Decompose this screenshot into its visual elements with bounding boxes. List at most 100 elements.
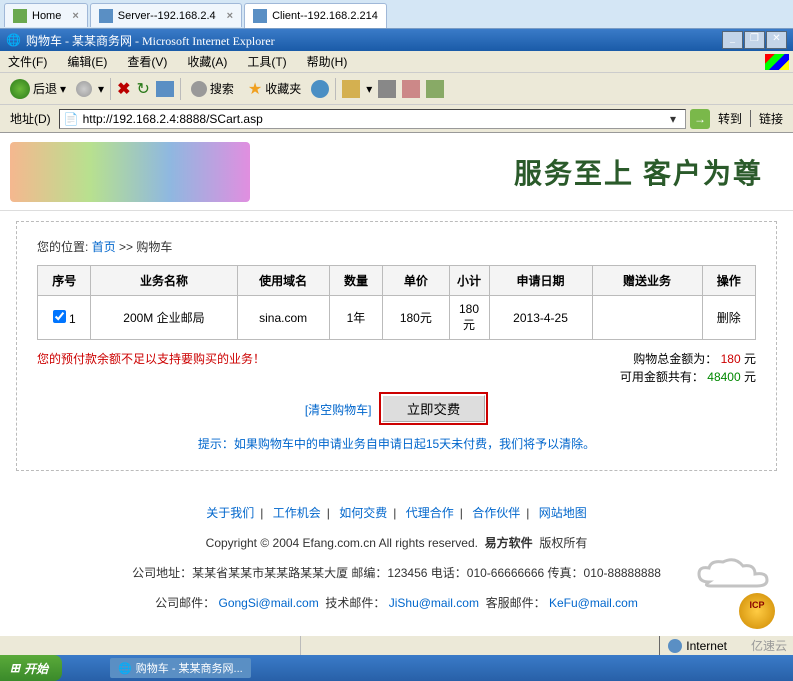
footer-jobs[interactable]: 工作机会 bbox=[267, 506, 327, 520]
footer-pay[interactable]: 如何交费 bbox=[333, 506, 393, 520]
toolbar: 后退 ▾ ▾ ✖ ↻ 搜索 ★ 收藏夹 ▾ bbox=[0, 73, 793, 105]
minimize-button[interactable]: _ bbox=[722, 31, 743, 49]
menu-file[interactable]: 文件(F) bbox=[4, 51, 51, 72]
copyright-brand: 易方软件 bbox=[485, 536, 533, 550]
total-label: 购物总金额为： bbox=[633, 352, 717, 366]
chevron-down-icon: ▾ bbox=[366, 82, 372, 96]
breadcrumb-sep: >> bbox=[119, 240, 133, 254]
copyright-tail: 版权所有 bbox=[539, 536, 587, 550]
copyright: Copyright © 2004 Efang.com.cn All rights… bbox=[0, 531, 793, 555]
tip-text: 提示：如果购物车中的申请业务自申请日起15天未付费，我们将予以清除。 bbox=[37, 435, 756, 452]
windows-flag-icon bbox=[765, 54, 789, 70]
tab-server[interactable]: Server--192.168.2.4 × bbox=[90, 3, 242, 27]
taskbar-item[interactable]: 🌐 购物车 - 某某商务网... bbox=[110, 658, 251, 678]
edit-button[interactable] bbox=[402, 80, 420, 98]
table-row: 1 200M 企业邮局 sina.com 1年 180元 180元 2013-4… bbox=[38, 296, 756, 340]
history-button[interactable] bbox=[311, 80, 329, 98]
banner-image bbox=[10, 142, 250, 202]
chevron-down-icon: ▾ bbox=[98, 82, 104, 96]
tech-email[interactable]: JiShu@mail.com bbox=[389, 596, 479, 610]
breadcrumb-current: 购物车 bbox=[136, 240, 172, 254]
home-button[interactable] bbox=[156, 81, 174, 97]
footer-sitemap[interactable]: 网站地图 bbox=[533, 506, 593, 520]
tab-home[interactable]: Home × bbox=[4, 3, 88, 27]
separator bbox=[335, 78, 336, 100]
search-button[interactable]: 搜索 bbox=[187, 78, 238, 99]
windows-icon: ⊞ bbox=[10, 661, 20, 675]
footer-links: 关于我们| 工作机会| 如何交费| 代理合作| 合作伙伴| 网站地图 bbox=[0, 501, 793, 525]
page-content: 服务至上 客户为尊 您的位置: 首页 >> 购物车 序号 业务名称 使用域名 数… bbox=[0, 133, 793, 635]
taskbar: ⊞ 开始 🌐 购物车 - 某某商务网... bbox=[0, 655, 793, 681]
status-bar: Internet 亿速云 bbox=[0, 635, 793, 655]
email-label-1: 公司邮件： bbox=[155, 596, 215, 610]
client-icon bbox=[253, 9, 267, 23]
footer-partner[interactable]: 合作伙伴 bbox=[466, 506, 526, 520]
footer-agent[interactable]: 代理合作 bbox=[400, 506, 460, 520]
email-label-3: 客服邮件： bbox=[486, 596, 546, 610]
mail-button[interactable] bbox=[342, 80, 360, 98]
watermark-text: 亿速云 bbox=[751, 637, 787, 654]
table-header-row: 序号 业务名称 使用域名 数量 单价 小计 申请日期 赠送业务 操作 bbox=[38, 266, 756, 296]
back-button[interactable]: 后退 ▾ bbox=[6, 77, 70, 101]
address-bar: 地址(D) 📄 http://192.168.2.4:8888/SCart.as… bbox=[0, 105, 793, 133]
totals: 购物总金额为： 180 元 可用金额共有： 48400 元 bbox=[620, 350, 756, 386]
footer: 关于我们| 工作机会| 如何交费| 代理合作| 合作伙伴| 网站地图 Copyr… bbox=[0, 481, 793, 635]
internet-icon bbox=[668, 639, 682, 653]
avail-label: 可用金额共有： bbox=[620, 370, 704, 384]
dropdown-icon[interactable]: ▾ bbox=[665, 112, 681, 126]
company-emails: 公司邮件： GongSi@mail.com 技术邮件： JiShu@mail.c… bbox=[0, 591, 793, 615]
cart-table: 序号 业务名称 使用域名 数量 单价 小计 申请日期 赠送业务 操作 1 200… bbox=[37, 265, 756, 340]
tab-client[interactable]: Client--192.168.2.214 bbox=[244, 3, 387, 28]
cell-qty: 1年 bbox=[329, 296, 382, 340]
company-email[interactable]: GongSi@mail.com bbox=[218, 596, 318, 610]
menu-view[interactable]: 查看(V) bbox=[123, 51, 171, 72]
pay-button[interactable]: 立即交费 bbox=[382, 395, 485, 422]
cell-domain: sina.com bbox=[237, 296, 329, 340]
footer-about[interactable]: 关于我们 bbox=[200, 506, 260, 520]
stop-button[interactable]: ✖ bbox=[117, 79, 130, 99]
breadcrumb-home[interactable]: 首页 bbox=[92, 240, 116, 254]
separator bbox=[110, 78, 111, 100]
tab-label: Client--192.168.2.214 bbox=[272, 10, 378, 22]
col-name: 业务名称 bbox=[91, 266, 237, 296]
col-action: 操作 bbox=[702, 266, 755, 296]
row-checkbox[interactable] bbox=[53, 310, 66, 323]
close-icon[interactable]: × bbox=[72, 10, 78, 22]
menu-tools[interactable]: 工具(T) bbox=[243, 51, 290, 72]
breadcrumb-label: 您的位置: bbox=[37, 240, 88, 254]
separator bbox=[180, 78, 181, 100]
forward-button[interactable] bbox=[76, 81, 92, 97]
start-label: 开始 bbox=[24, 660, 48, 677]
menubar: 文件(F) 编辑(E) 查看(V) 收藏(A) 工具(T) 帮助(H) bbox=[0, 51, 793, 73]
total-value: 180 bbox=[721, 352, 741, 366]
menu-favorites[interactable]: 收藏(A) bbox=[183, 51, 231, 72]
close-button[interactable]: ✕ bbox=[766, 31, 787, 49]
menu-help[interactable]: 帮助(H) bbox=[303, 51, 352, 72]
start-button[interactable]: ⊞ 开始 bbox=[0, 655, 62, 681]
col-bonus: 赠送业务 bbox=[592, 266, 702, 296]
window-title: 购物车 - 某某商务网 - Microsoft Internet Explore… bbox=[26, 32, 275, 49]
maximize-button[interactable]: ❐ bbox=[744, 31, 765, 49]
close-icon[interactable]: × bbox=[227, 10, 233, 22]
clear-cart-link[interactable]: [清空购物车] bbox=[305, 403, 372, 417]
menu-edit[interactable]: 编辑(E) bbox=[63, 51, 111, 72]
print-button[interactable] bbox=[378, 80, 396, 98]
address-input[interactable]: 📄 http://192.168.2.4:8888/SCart.asp ▾ bbox=[59, 109, 686, 129]
avail-unit: 元 bbox=[744, 370, 756, 384]
col-qty: 数量 bbox=[329, 266, 382, 296]
page-icon: 📄 bbox=[64, 112, 79, 126]
watermark-cloud-icon bbox=[689, 556, 779, 593]
links-label[interactable]: 链接 bbox=[750, 110, 787, 127]
banner: 服务至上 客户为尊 bbox=[0, 133, 793, 211]
tab-label: Home bbox=[32, 10, 61, 22]
go-button[interactable]: → bbox=[690, 109, 710, 129]
favorites-button[interactable]: ★ 收藏夹 bbox=[244, 77, 305, 101]
service-email[interactable]: KeFu@mail.com bbox=[549, 596, 638, 610]
delete-link[interactable]: 删除 bbox=[717, 311, 741, 325]
discuss-button[interactable] bbox=[426, 80, 444, 98]
refresh-button[interactable]: ↻ bbox=[136, 79, 149, 99]
window-titlebar: 🌐 购物车 - 某某商务网 - Microsoft Internet Explo… bbox=[0, 29, 793, 51]
home-icon bbox=[13, 9, 27, 23]
url-text: http://192.168.2.4:8888/SCart.asp bbox=[83, 112, 661, 126]
main-panel: 您的位置: 首页 >> 购物车 序号 业务名称 使用域名 数量 单价 小计 申请… bbox=[16, 221, 777, 471]
